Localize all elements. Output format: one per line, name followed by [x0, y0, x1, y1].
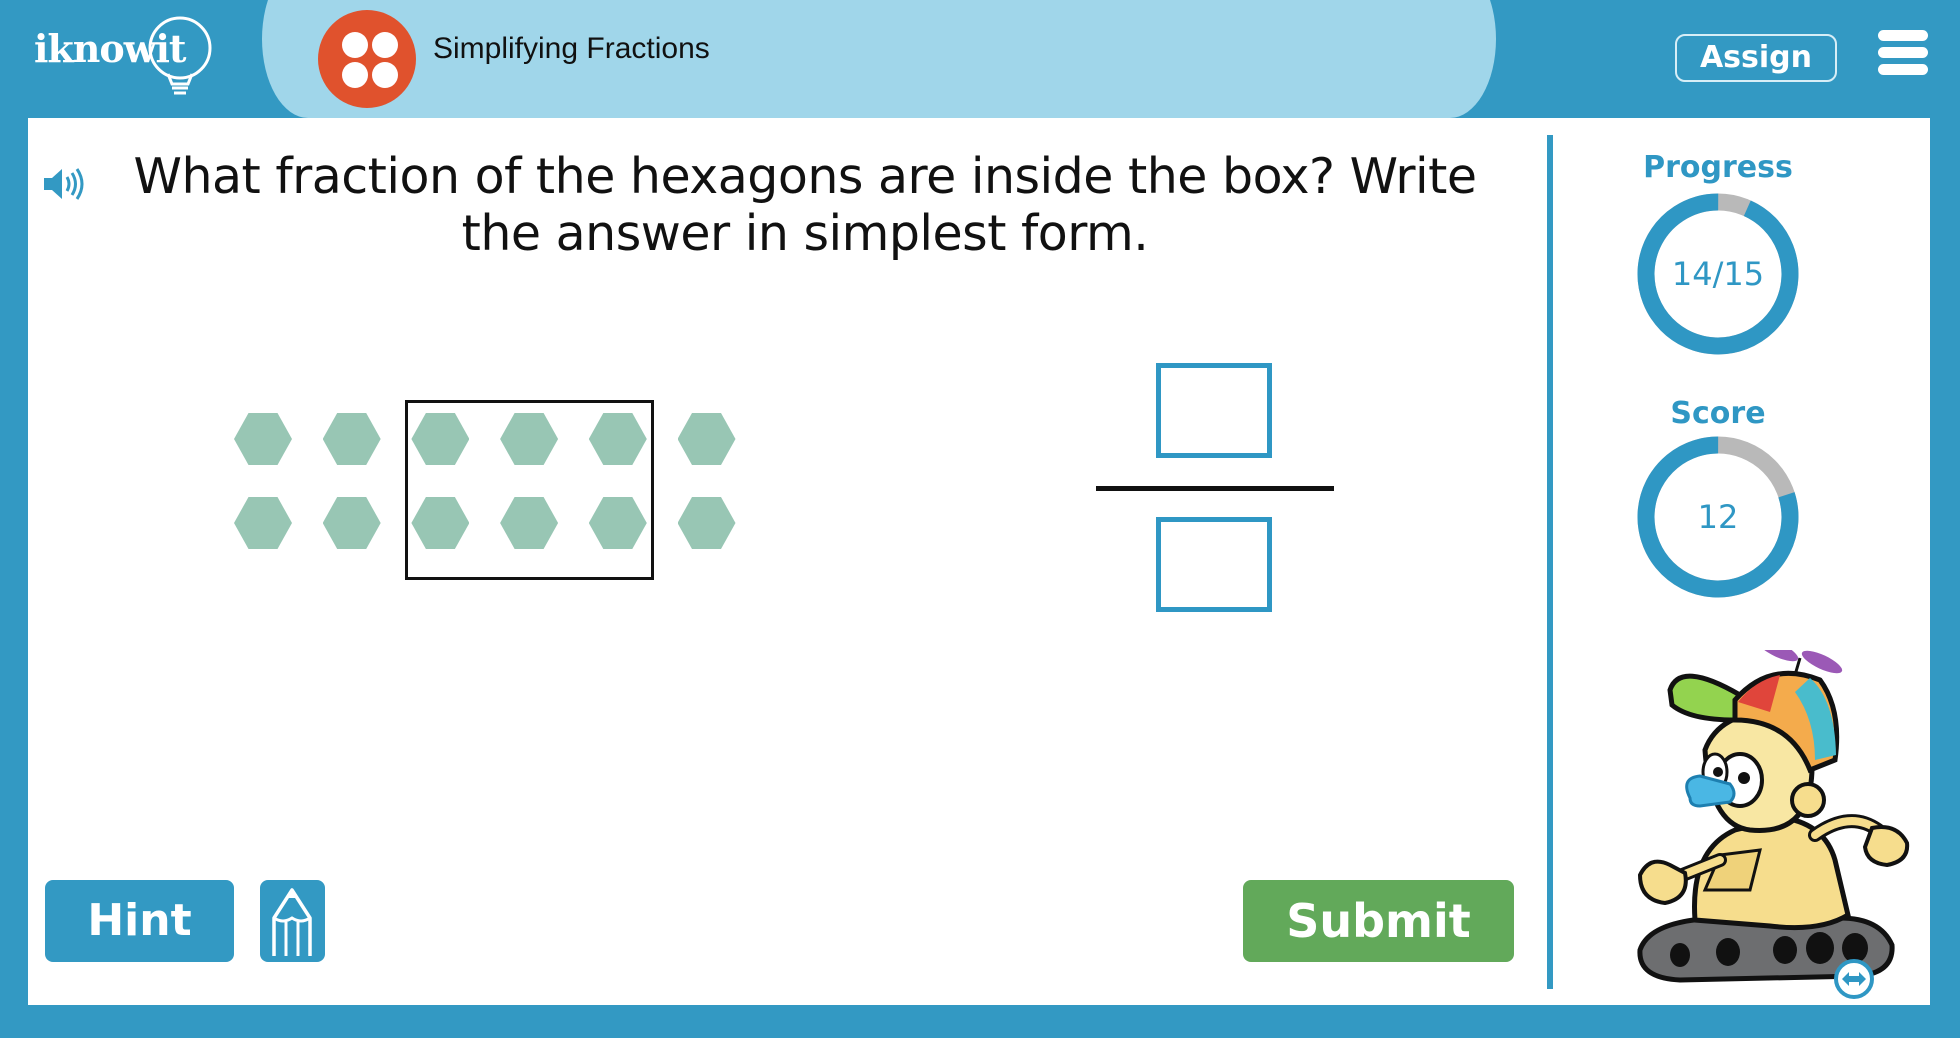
topic-title: Simplifying Fractions — [433, 32, 710, 65]
hexagon-outside-box — [234, 413, 292, 465]
progress-ring: 14/15 — [1635, 191, 1801, 357]
robot-mascot — [1637, 650, 1910, 983]
pencil-icon — [272, 888, 312, 956]
hexagon-outside-box — [677, 413, 736, 465]
fraction-bar — [1096, 486, 1334, 491]
score-value: 12 — [1697, 498, 1739, 536]
hint-button[interactable]: Hint — [45, 880, 234, 962]
panel-divider — [1547, 135, 1553, 989]
lightbulb-logo-icon — [148, 16, 212, 95]
numerator-input[interactable] — [1156, 363, 1272, 458]
submit-button[interactable]: Submit — [1243, 880, 1514, 962]
hexagon-outside-box — [322, 413, 381, 465]
score-ring: 12 — [1635, 434, 1801, 600]
pencil-button[interactable] — [260, 880, 325, 962]
swap-arrows-icon[interactable] — [1833, 958, 1875, 1000]
hamburger-menu-icon[interactable] — [1878, 30, 1928, 76]
progress-value: 14/15 — [1671, 255, 1765, 293]
speaker-icon[interactable] — [42, 165, 88, 203]
progress-label: Progress — [1643, 150, 1793, 185]
hexagon-outside-box — [677, 497, 736, 549]
hexagon-figure — [220, 385, 760, 595]
denominator-input[interactable] — [1156, 517, 1272, 612]
hexagon-outside-box — [322, 497, 381, 549]
score-label: Score — [1670, 396, 1766, 431]
assign-button[interactable]: Assign — [1675, 34, 1837, 82]
hexagon-outside-box — [234, 497, 292, 549]
four-dots-icon — [318, 10, 416, 108]
question-text: What fraction of the hexagons are inside… — [133, 148, 1478, 262]
iknowit-logo[interactable]: iknowit — [32, 14, 232, 100]
